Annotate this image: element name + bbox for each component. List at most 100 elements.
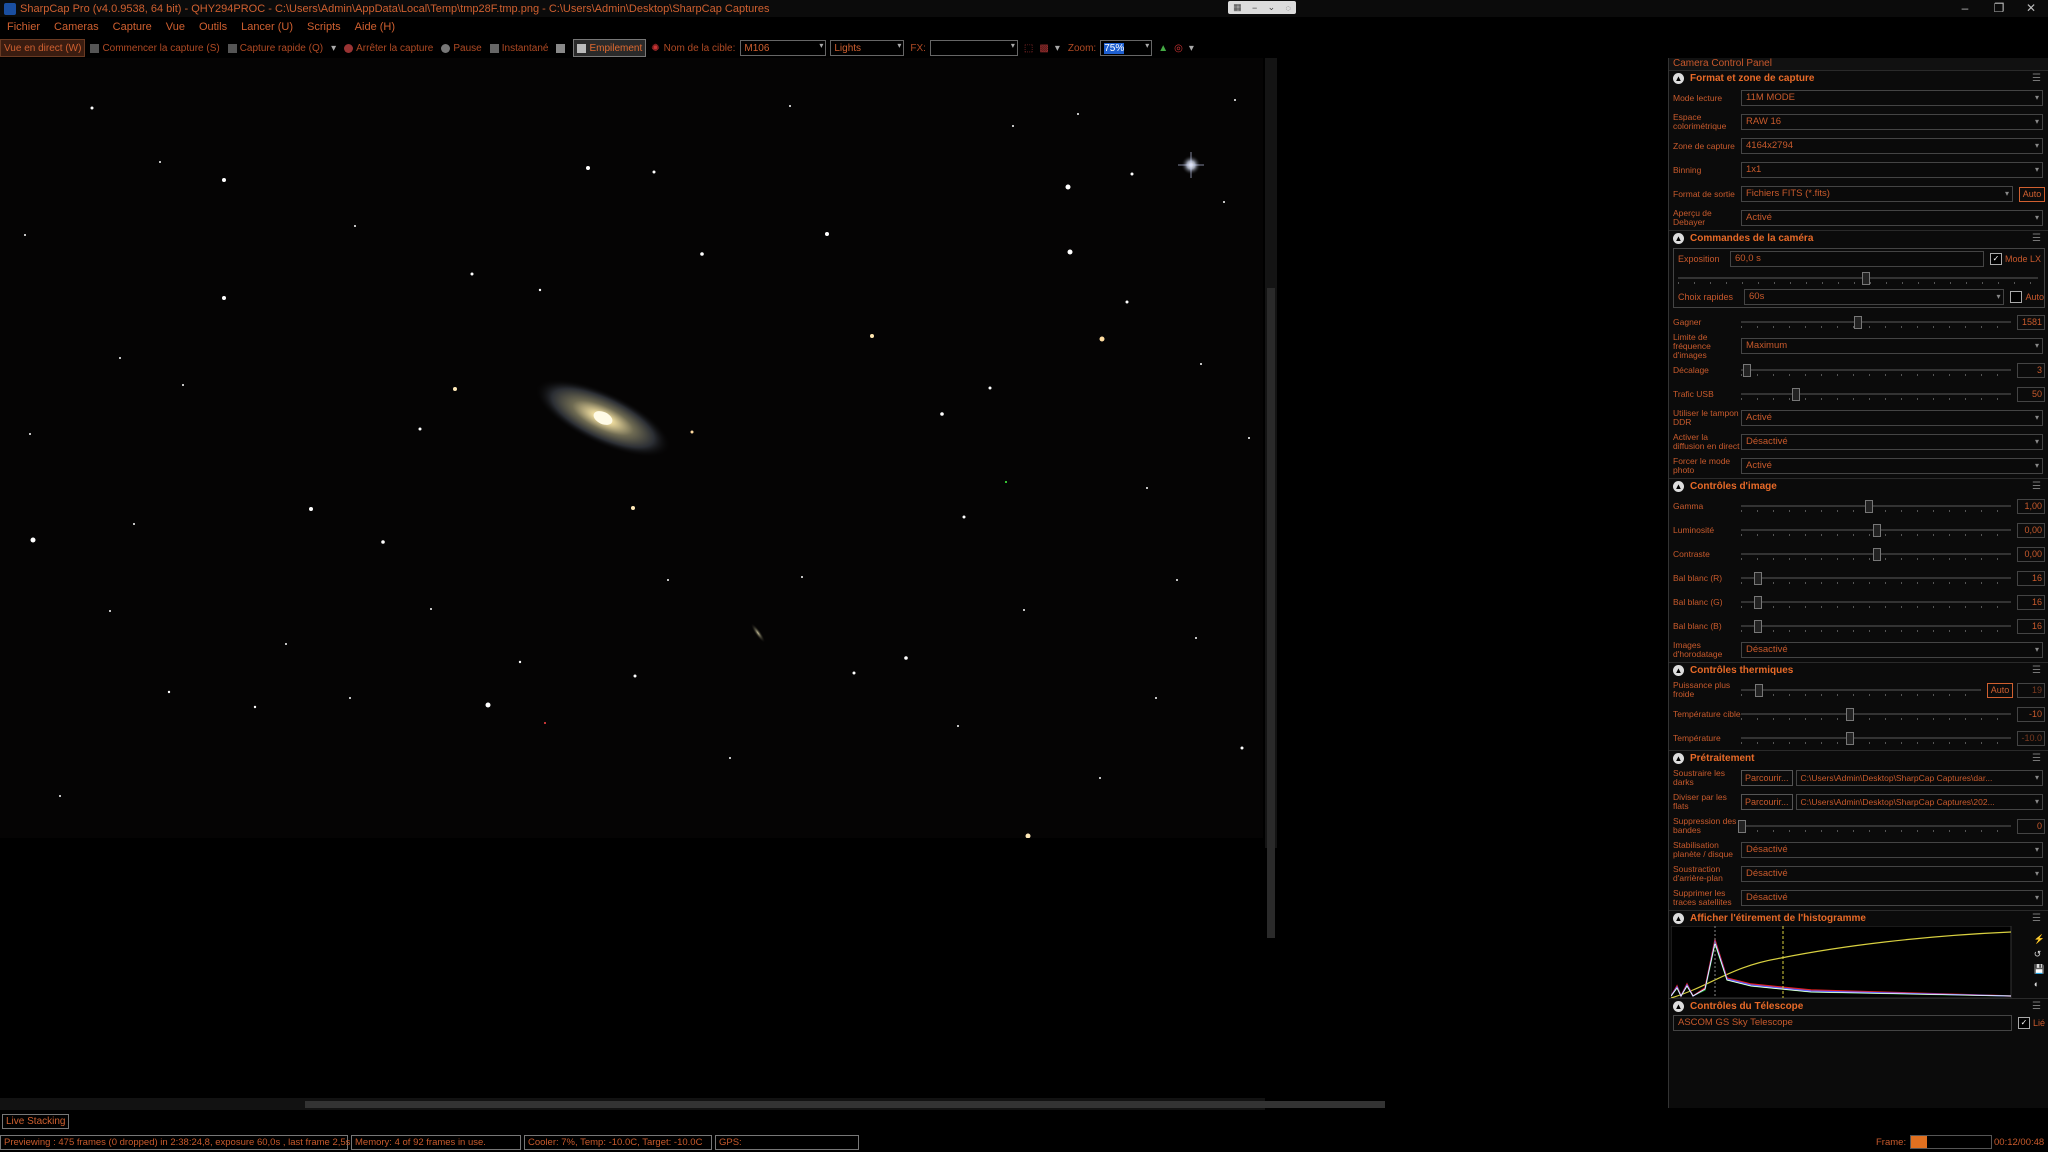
menu-icon[interactable]: ☰ [2032,913,2041,924]
timestamp-select[interactable]: Désactivé ▾ [1741,642,2043,658]
usb-slider[interactable] [1741,387,2011,401]
chevron-down-icon[interactable]: ▾ [1189,43,1194,54]
output-format-select[interactable]: Fichiers FITS (*.fits) ▾ [1741,186,2013,202]
stacking-button[interactable]: Empilement [573,39,647,57]
section-histogram[interactable]: ▲ Afficher l'étirement de l'histogramme … [1669,910,2048,926]
histogram-icon[interactable]: ▲ [1158,43,1168,54]
usb-value[interactable]: 50 [2017,386,2045,402]
menu-icon[interactable]: ☰ [2032,665,2041,676]
section-telescope[interactable]: ▲ Contrôles du Télescope ☰ [1669,998,2048,1014]
section-camera[interactable]: ▲ Commandes de la caméra ☰ [1669,230,2048,246]
mini-toolbar[interactable]: ▦ − ⌄ ◌ [1228,1,1296,14]
collapse-icon[interactable]: ▲ [1673,481,1684,492]
start-capture-button[interactable]: Commencer la capture (S) [87,40,222,56]
auto-stretch-icon[interactable]: ⚡ [2034,934,2045,945]
wb-blue-slider[interactable] [1741,619,2011,633]
layers-button[interactable] [553,40,571,56]
settings-icon[interactable]: ◌ [1285,3,1290,13]
menu-vue[interactable]: Vue [166,21,185,33]
background-select[interactable]: Désactivé ▾ [1741,866,2043,882]
wb-red-slider[interactable] [1741,571,2011,585]
slider-knob[interactable] [1864,500,1873,513]
live-view-button[interactable]: Vue en direct (W) [0,39,86,57]
flats-path-select[interactable]: C:\Users\Admin\Desktop\SharpCap Captures… [1795,794,2043,810]
slider-knob[interactable] [1846,708,1854,721]
slider-knob[interactable] [1743,364,1752,377]
minus-icon[interactable]: − [1252,3,1257,13]
darks-path-select[interactable]: C:\Users\Admin\Desktop\SharpCap Captures… [1795,770,2043,786]
menu-icon[interactable]: ☰ [2032,481,2041,492]
scroll-thumb[interactable] [305,1101,1385,1108]
collapse-icon[interactable]: ▲ [1673,913,1684,924]
slider-knob[interactable] [1754,572,1763,585]
frame-type-select[interactable]: Lights ▾ [830,40,905,56]
live-stream-select[interactable]: Désactivé ▾ [1741,434,2043,450]
banding-value[interactable]: 0 [2017,818,2045,834]
lx-mode-checkbox[interactable]: ✓ [1989,253,2002,265]
gain-slider[interactable] [1741,315,2011,329]
collapse-icon[interactable]: ▲ [1673,73,1684,84]
section-preprocessing[interactable]: ▲ Prétraitement ☰ [1669,750,2048,766]
slider-knob[interactable] [1873,548,1881,561]
grid-overlay-icon[interactable]: ▩ [1039,43,1048,54]
slider-knob[interactable] [1754,684,1763,697]
binning-select[interactable]: 1x1 ▾ [1741,162,2043,178]
menu-cameras[interactable]: Cameras [54,21,99,33]
capture-area-select[interactable]: 4164x2794 ▾ [1741,138,2043,154]
browse-darks-button[interactable]: Parcourir... [1741,770,1793,786]
horizontal-scrollbar[interactable] [0,1098,1385,1110]
offset-value[interactable]: 3 [2017,362,2045,378]
zoom-select[interactable]: 75% ▾ [1100,40,1153,56]
telescope-select[interactable]: ASCOM GS Sky Telescope [1673,1015,2012,1031]
contrast-slider[interactable] [1741,547,2011,561]
contrast-value[interactable]: 0,00 [2017,546,2045,562]
exposure-input[interactable]: 60,0 s [1730,251,1984,267]
selection-rect-icon[interactable]: ⬚ [1024,43,1033,54]
debayer-select[interactable]: Activé ▾ [1741,210,2043,226]
quick-capture-button[interactable]: Capture rapide (Q) ▾ [225,40,339,56]
reticle-icon[interactable]: ◎ [1174,43,1183,54]
grid-icon[interactable]: ▦ [1233,2,1242,13]
minimize-button[interactable]: ‒ [1950,0,1980,17]
brightness-value[interactable]: 0,00 [2017,522,2045,538]
target-temp-slider[interactable] [1741,707,2011,721]
slider-knob[interactable] [1873,524,1881,537]
menu-icon[interactable]: ☰ [2032,73,2041,84]
stabilization-select[interactable]: Désactivé ▾ [1741,842,2043,858]
wb-green-slider[interactable] [1741,595,2011,609]
menu-icon[interactable]: ☰ [2032,233,2041,244]
auto-cooler-button[interactable]: Auto [1987,682,2013,698]
collapse-icon[interactable]: ▲ [1673,233,1684,244]
vertical-scrollbar[interactable] [1265,58,1277,938]
collapse-icon[interactable]: ▲ [1673,1001,1684,1012]
menu-icon[interactable]: ☰ [2032,1001,2041,1012]
menu-icon[interactable]: ☰ [2032,753,2041,764]
pause-button[interactable]: Pause [438,40,484,56]
menu-scripts[interactable]: Scripts [307,21,341,33]
wb-blue-value[interactable]: 16 [2017,618,2045,634]
log-icon[interactable]: ◐ [2034,979,2045,989]
color-space-select[interactable]: RAW 16 ▾ [1741,114,2043,130]
close-button[interactable]: ✕ [2016,0,2046,17]
browse-flats-button[interactable]: Parcourir... [1741,794,1793,810]
menu-outils[interactable]: Outils [199,21,227,33]
image-viewer[interactable] [0,58,1263,838]
quick-choice-select[interactable]: 60s ▾ [1744,289,2005,305]
satellite-select[interactable]: Désactivé ▾ [1741,890,2043,906]
gamma-value[interactable]: 1,00 [2017,498,2045,514]
cooler-power-slider[interactable] [1741,683,1981,697]
section-image[interactable]: ▲ Contrôles d'image ☰ [1669,478,2048,494]
menu-capture[interactable]: Capture [113,21,152,33]
section-thermal[interactable]: ▲ Contrôles thermiques ☰ [1669,662,2048,678]
collapse-icon[interactable]: ▲ [1673,753,1684,764]
collapse-icon[interactable]: ▲ [1673,665,1684,676]
slider-knob[interactable] [1754,596,1763,609]
wb-red-value[interactable]: 16 [2017,570,2045,586]
fps-limit-select[interactable]: Maximum ▾ [1741,338,2043,354]
menu-lancer[interactable]: Lancer (U) [241,21,293,33]
slider-knob[interactable] [1754,620,1763,633]
auto-button[interactable]: Auto [2019,186,2045,202]
section-format[interactable]: ▲ Format et zone de capture ☰ [1669,70,2048,86]
gain-value[interactable]: 1581 [2017,314,2045,330]
stop-capture-button[interactable]: Arrêter la capture [341,40,436,56]
